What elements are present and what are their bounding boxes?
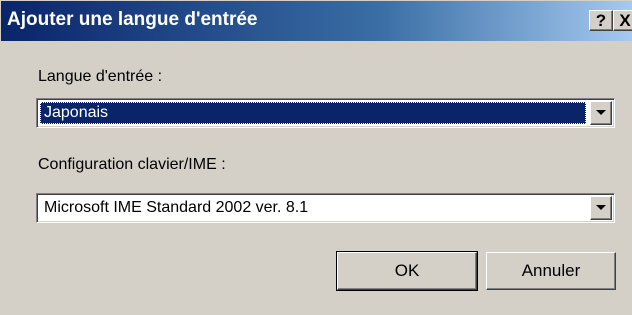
- ok-button[interactable]: OK: [336, 251, 478, 291]
- close-button[interactable]: X: [613, 10, 632, 31]
- cancel-button[interactable]: Annuler: [486, 252, 616, 290]
- title-bar[interactable]: Ajouter une langue d'entrée ? X: [1, 1, 632, 41]
- chevron-down-icon[interactable]: [590, 196, 612, 220]
- input-language-value: Japonais: [40, 102, 586, 124]
- input-language-label: Langue d'entrée :: [38, 68, 163, 85]
- keyboard-layout-select[interactable]: Microsoft IME Standard 2002 ver. 8.1: [36, 193, 615, 223]
- help-button[interactable]: ?: [589, 10, 613, 31]
- input-language-select[interactable]: Japonais: [36, 98, 615, 128]
- keyboard-layout-label: Configuration clavier/IME :: [38, 156, 226, 173]
- add-input-language-dialog: Ajouter une langue d'entrée ? X Langue d…: [0, 0, 632, 315]
- keyboard-layout-value: Microsoft IME Standard 2002 ver. 8.1: [44, 199, 309, 216]
- chevron-down-icon[interactable]: [590, 101, 612, 125]
- window-title: Ajouter une langue d'entrée: [7, 9, 258, 30]
